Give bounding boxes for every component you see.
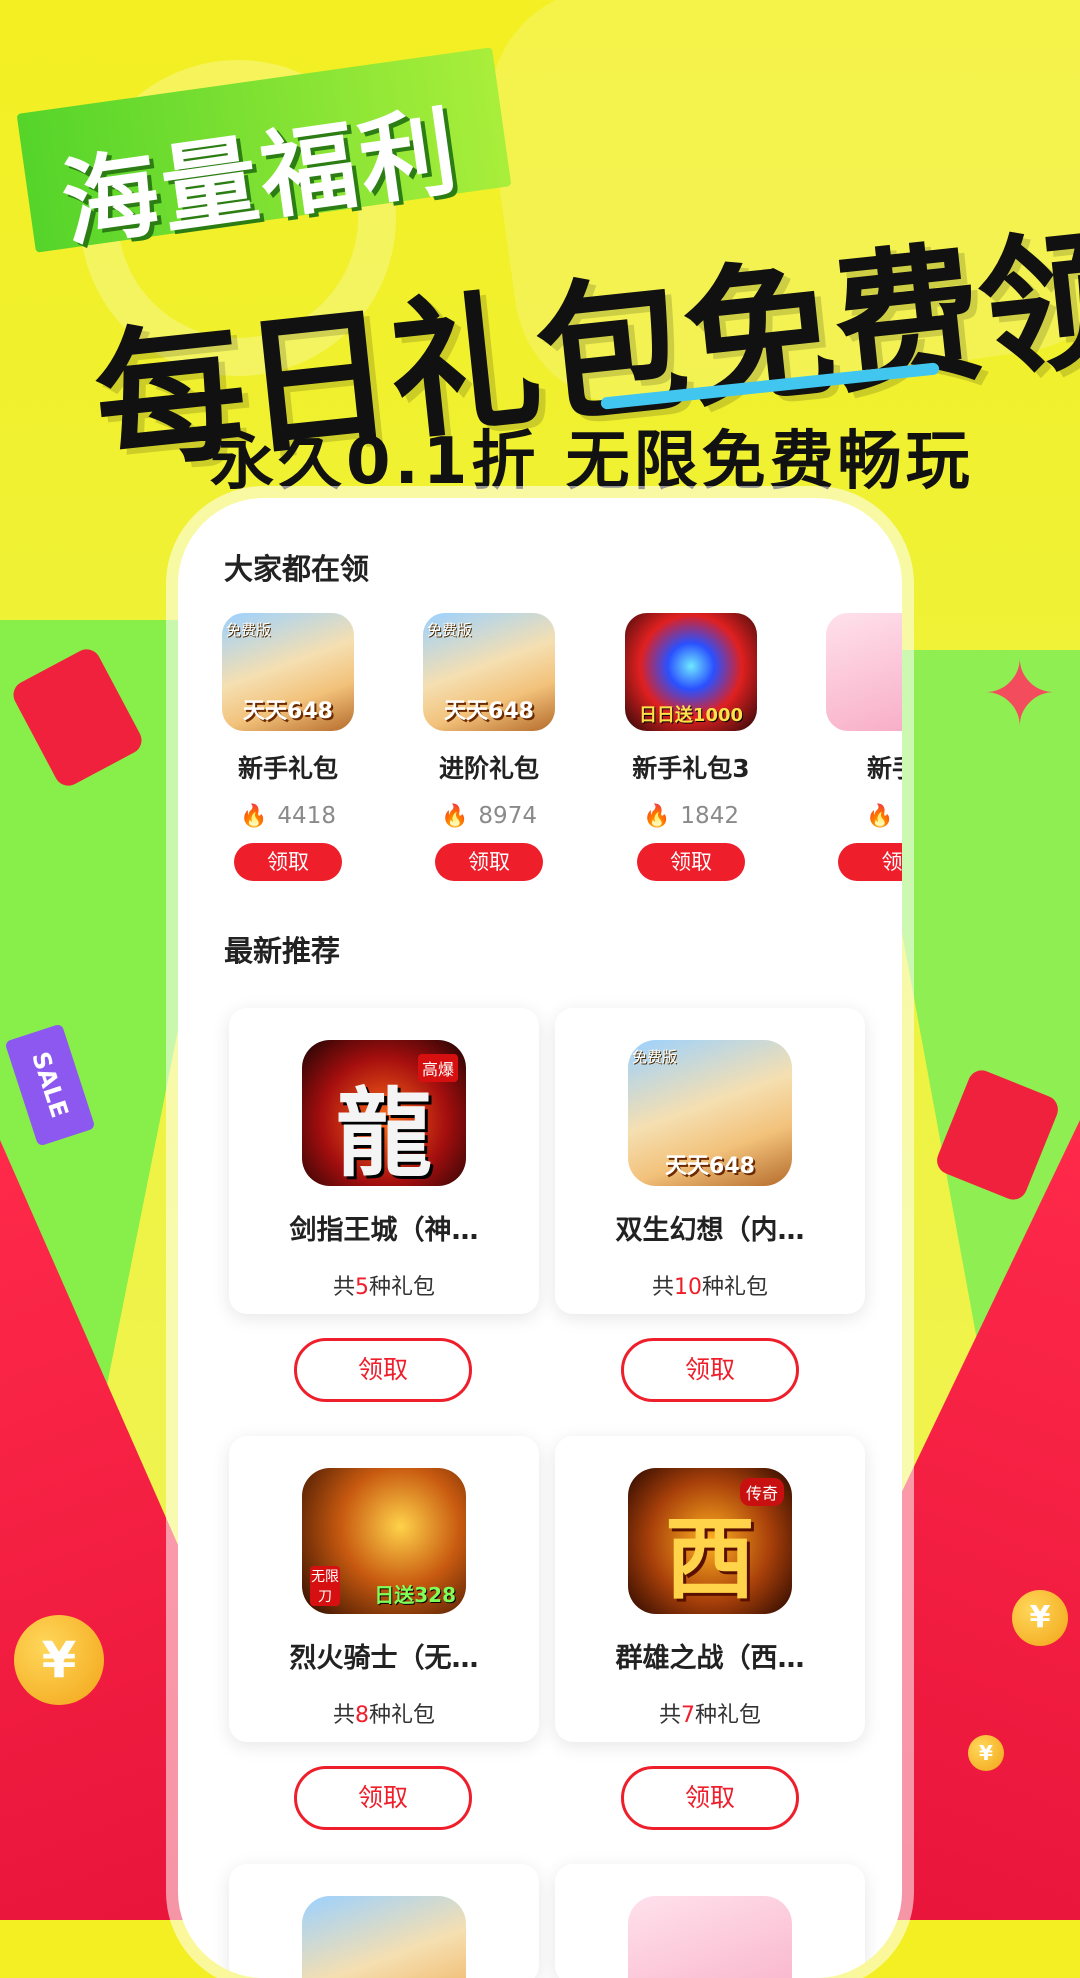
pink-game-icon: [826, 613, 902, 731]
sword-game-icon: 无限刀 日送328: [302, 1468, 466, 1614]
anime-girl-game-icon: 免费版 天天648: [628, 1040, 792, 1186]
claim-button[interactable]: 领取: [234, 843, 342, 881]
anime-girl-game-icon: 免费版 天天648: [423, 613, 555, 731]
game-name: 双生幻想（内…: [615, 1215, 805, 1246]
claim-button[interactable]: 领取: [637, 843, 745, 881]
orb-game-icon: 日日送1000: [625, 613, 757, 731]
game-card[interactable]: [555, 1864, 865, 1978]
game-card[interactable]: 无限刀 日送328 烈火骑士（无… 共8种礼包: [229, 1436, 539, 1742]
recommend-section-title: 最新推荐: [224, 934, 341, 968]
claim-button[interactable]: 领: [838, 843, 902, 881]
claim-count: 🔥 8974: [441, 803, 537, 829]
gift-name: 进阶礼包: [438, 754, 539, 783]
pink-game-icon: [628, 1896, 792, 1978]
coin-icon: ¥: [968, 1735, 1004, 1771]
game-card[interactable]: [229, 1864, 539, 1978]
claim-button[interactable]: 领取: [294, 1338, 472, 1402]
claim-count: 🔥 4418: [240, 803, 336, 829]
gift-count: 共10种礼包: [651, 1275, 769, 1300]
game-name: 剑指王城（神…: [289, 1215, 479, 1246]
claim-button[interactable]: 领取: [621, 1766, 799, 1830]
popular-gift-item[interactable]: 免费版 天天648 进阶礼包 🔥 8974 领取: [399, 613, 579, 881]
game-name: 烈火骑士（无…: [289, 1643, 479, 1674]
fire-icon: 🔥: [240, 804, 268, 829]
gift-count: 共8种礼包: [332, 1703, 436, 1728]
coin-icon: ¥: [14, 1615, 104, 1705]
popular-gift-item[interactable]: 新手 🔥8 领: [802, 613, 902, 881]
anime-girl-game-icon: [302, 1896, 466, 1978]
dragon-game-icon: 龍 高爆: [302, 1040, 466, 1186]
hero-subtitle: 永久0.1折 无限免费畅玩: [210, 425, 974, 499]
fire-icon: 🔥: [441, 804, 469, 829]
popular-gift-item[interactable]: 免费版 天天648 新手礼包 🔥 4418 领取: [198, 613, 378, 881]
phone-screen: 大家都在领 免费版 天天648 新手礼包 🔥 4418 领取 免费版 天天648 …: [178, 498, 902, 1978]
popular-gift-list: 免费版 天天648 新手礼包 🔥 4418 领取 免费版 天天648 进阶礼包 🔥…: [178, 613, 902, 893]
claim-button[interactable]: 领取: [294, 1766, 472, 1830]
popular-gift-item[interactable]: 日日送1000 新手礼包3 🔥 1842 领取: [601, 613, 781, 881]
gift-name: 新手礼包: [237, 754, 338, 783]
claim-count: 🔥 1842: [643, 803, 739, 829]
gift-name: 新手: [866, 754, 902, 783]
claim-button[interactable]: 领取: [435, 843, 543, 881]
anime-girl-game-icon: 免费版 天天648: [222, 613, 354, 731]
fire-icon: 🔥: [865, 804, 894, 829]
game-name: 群雄之战（西…: [615, 1643, 805, 1674]
game-card[interactable]: 西游 传奇 群雄之战（西… 共7种礼包: [555, 1436, 865, 1742]
sparkle-star-icon: ✦: [982, 642, 1058, 747]
claim-count: 🔥8: [802, 803, 902, 829]
fire-icon: 🔥: [643, 804, 671, 829]
popular-section-title: 大家都在领: [224, 552, 370, 586]
game-card[interactable]: 龍 高爆 剑指王城（神… 共5种礼包: [229, 1008, 539, 1314]
legend-game-icon: 西游 传奇: [628, 1468, 792, 1614]
gift-count: 共5种礼包: [332, 1275, 436, 1300]
claim-button[interactable]: 领取: [621, 1338, 799, 1402]
game-card[interactable]: 免费版 天天648 双生幻想（内… 共10种礼包: [555, 1008, 865, 1314]
gift-name: 新手礼包3: [632, 754, 750, 783]
gift-count: 共7种礼包: [658, 1703, 762, 1728]
coin-icon: ¥: [1012, 1590, 1068, 1646]
